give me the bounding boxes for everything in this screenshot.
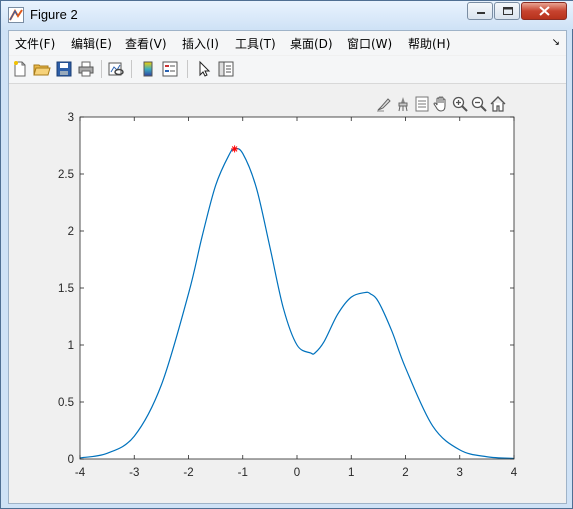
- figure-client-area: 文件(F) 编辑(E) 查看(V) 插入(I) 工具(T) 桌面(D) 窗口(W…: [8, 30, 567, 504]
- window-title: Figure 2: [30, 7, 78, 22]
- y-tick-label: 1.5: [58, 283, 74, 295]
- x-tick-label: 4: [511, 467, 518, 479]
- minimize-button[interactable]: [467, 2, 493, 20]
- x-tick-label: -1: [238, 467, 248, 479]
- title-bar[interactable]: Figure 2: [1, 1, 573, 29]
- maximize-button[interactable]: [494, 2, 520, 20]
- x-tick-label: 1: [348, 467, 354, 479]
- plot-area[interactable]: -4 -3 -2 -1 0 1 2 3 4 0 0.5 1 1.5 2 2.5 3: [9, 31, 566, 503]
- x-tick-label: -4: [75, 467, 86, 479]
- y-tick-label: 2: [68, 226, 74, 238]
- close-button[interactable]: [521, 2, 567, 20]
- matlab-figure-icon: [8, 7, 24, 23]
- x-tick-label: -2: [183, 467, 193, 479]
- x-tick-label: 0: [294, 467, 300, 479]
- minimize-icon: [477, 12, 485, 14]
- x-tick-label: 3: [457, 467, 463, 479]
- y-tick-label: 1: [68, 340, 74, 352]
- maximize-icon: [503, 7, 513, 15]
- y-tick-label: 2.5: [58, 169, 74, 181]
- x-tick-label: 2: [402, 467, 408, 479]
- y-tick-label: 3: [68, 112, 74, 124]
- close-icon: [539, 6, 550, 16]
- axes-background[interactable]: [80, 117, 514, 459]
- peak-marker: [231, 145, 239, 153]
- y-tick-label: 0.5: [58, 397, 74, 409]
- figure-window: Figure 2 文件(F) 编辑(E) 查看(V) 插入(I) 工具(T) 桌…: [0, 0, 573, 509]
- y-tick-label: 0: [68, 454, 74, 466]
- x-tick-label: -3: [129, 467, 139, 479]
